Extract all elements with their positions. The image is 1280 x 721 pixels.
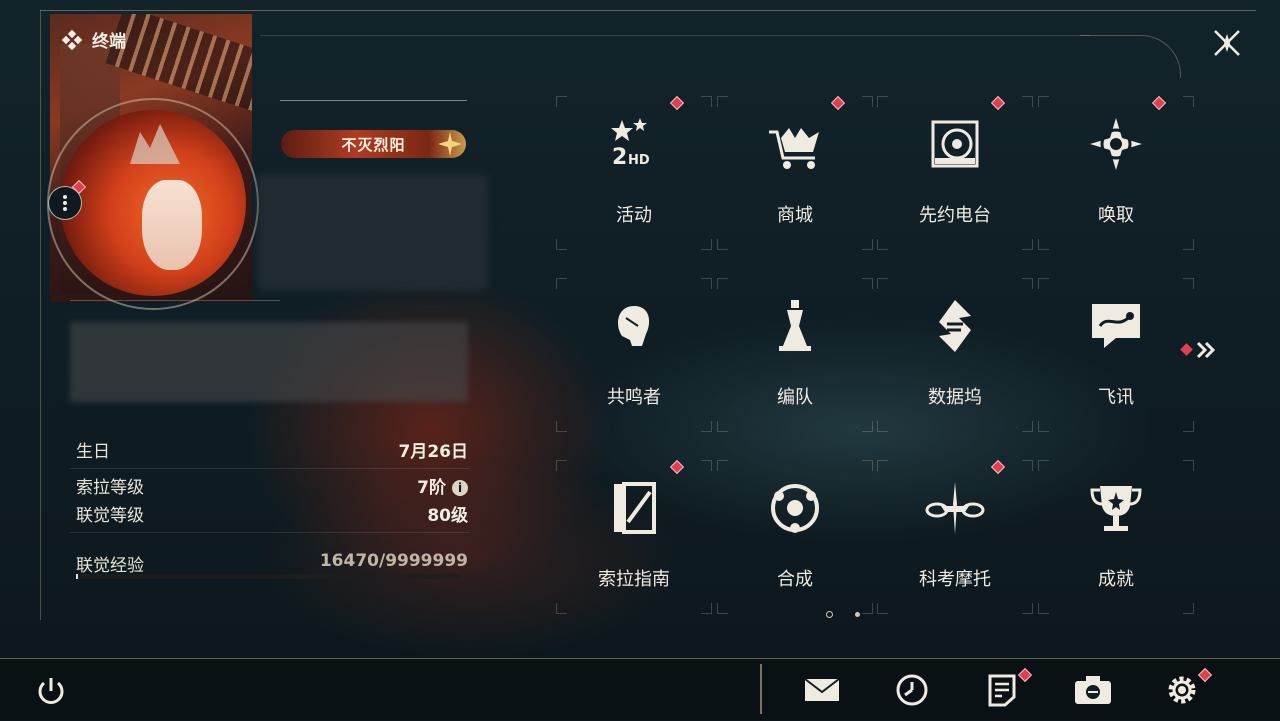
power-icon [38,678,64,704]
close-icon [1214,30,1240,56]
info-value: 7月26日 [398,442,469,462]
menu-item-shop[interactable]: 商城 [715,94,875,276]
data-dock-icon [939,300,971,352]
menu-item-motorbike[interactable]: 科考摩托 [875,458,1035,640]
notes-icon [988,674,1016,707]
camera-icon [1075,676,1111,704]
info-key: 生日 [76,442,110,462]
sun-star-icon [438,132,462,156]
blurred-signature-area [70,322,468,402]
camera-button[interactable] [1073,670,1113,710]
info-value: 80级 [427,506,468,526]
info-row-union-exp: 联觉经验 16470/9999999 [76,551,468,576]
info-value-wrap: 7阶 i [417,473,468,498]
terminal-diamond-icon [62,29,82,50]
menu-item-label: 科考摩托 [919,569,991,590]
next-page-button[interactable] [1180,338,1222,362]
name-underline [280,100,467,101]
exp-progress-fill [76,574,78,579]
menu-item-messages[interactable]: 飞讯 [1036,276,1196,458]
frame-top-line [40,10,1256,11]
notes-button[interactable] [982,670,1022,710]
guide-book-icon [614,482,656,534]
menu-item-label: 合成 [777,569,813,590]
frame-arc [1080,35,1181,78]
menu-item-label: 唤取 [1098,205,1134,226]
double-chevron-right-icon [1180,341,1216,359]
title-badge-label: 不灭烈阳 [341,135,406,154]
menu-item-summon[interactable]: 唤取 [1036,94,1196,276]
menu-item-label: 索拉指南 [598,569,670,590]
frame-left-line [40,10,41,620]
shop-cart-icon [769,128,819,169]
info-value: 16470/9999999 [319,551,468,571]
info-value: 7阶 [417,478,446,498]
info-row-birthday: 生日 7月26日 [76,437,468,462]
summon-compass-icon [1090,118,1142,170]
page-indicator [826,611,860,618]
svg-text:HD: HD [628,153,650,168]
clock-icon [896,674,928,706]
menu-item-label: 活动 [616,205,652,226]
bottom-divider [760,664,762,714]
mail-icon [804,678,840,701]
menu-item-resonator[interactable]: 共鸣者 [554,276,714,458]
menu-item-data-dock[interactable]: 数据坞 [875,276,1035,458]
avatar[interactable] [60,110,246,296]
power-button[interactable] [34,674,68,708]
radio-icon [931,120,979,168]
info-key: 联觉等级 [76,506,144,526]
page-dot-active[interactable] [826,611,833,618]
info-icon[interactable]: i [452,480,468,496]
exp-progress-bar [76,574,461,579]
synthesis-icon [771,484,819,533]
divider [70,532,470,533]
page-dot[interactable] [855,612,860,617]
menu-item-label: 商城 [777,205,813,226]
divider [70,468,470,469]
motorbike-icon [925,482,985,534]
menu-item-team[interactable]: 编队 [715,276,875,458]
frame-header-line [260,35,1090,36]
menu-item-activity[interactable]: 2 HD 活动 [554,94,714,276]
event-2hd-icon: 2 HD [611,118,650,170]
svg-text:2: 2 [612,145,627,170]
close-button[interactable] [1208,24,1246,62]
menu-item-label: 飞讯 [1098,387,1134,408]
trophy-icon [1090,486,1142,531]
info-key: 索拉等级 [76,478,144,498]
clock-button[interactable] [892,670,932,710]
info-row-sola-level: 索拉等级 7阶 i [76,473,468,498]
menu-item-radio[interactable]: 先约电台 [875,94,1035,276]
message-chat-icon [1092,304,1140,348]
menu-item-label: 成就 [1098,569,1134,590]
info-key: 联觉经验 [76,556,144,576]
menu-item-achievements[interactable]: 成就 [1036,458,1196,640]
more-vertical-icon [63,195,67,211]
menu-item-label: 编队 [777,387,813,408]
settings-button[interactable] [1162,670,1202,710]
terminal-header: 终端 [62,27,126,52]
title-badge[interactable]: 不灭烈阳 [281,130,466,158]
page-title: 终端 [92,32,126,52]
resonator-head-icon [618,306,650,346]
menu-item-label: 数据坞 [928,387,982,408]
profile-divider [70,300,280,301]
settings-gear-icon [1168,676,1196,704]
info-row-union-level: 联觉等级 80级 [76,501,468,526]
blurred-name-area [258,175,488,290]
menu-item-label: 先约电台 [919,205,991,226]
team-chess-icon [779,300,811,351]
menu-item-guide[interactable]: 索拉指南 [554,458,714,640]
mail-button[interactable] [802,670,842,710]
menu-item-label: 共鸣者 [607,387,661,408]
